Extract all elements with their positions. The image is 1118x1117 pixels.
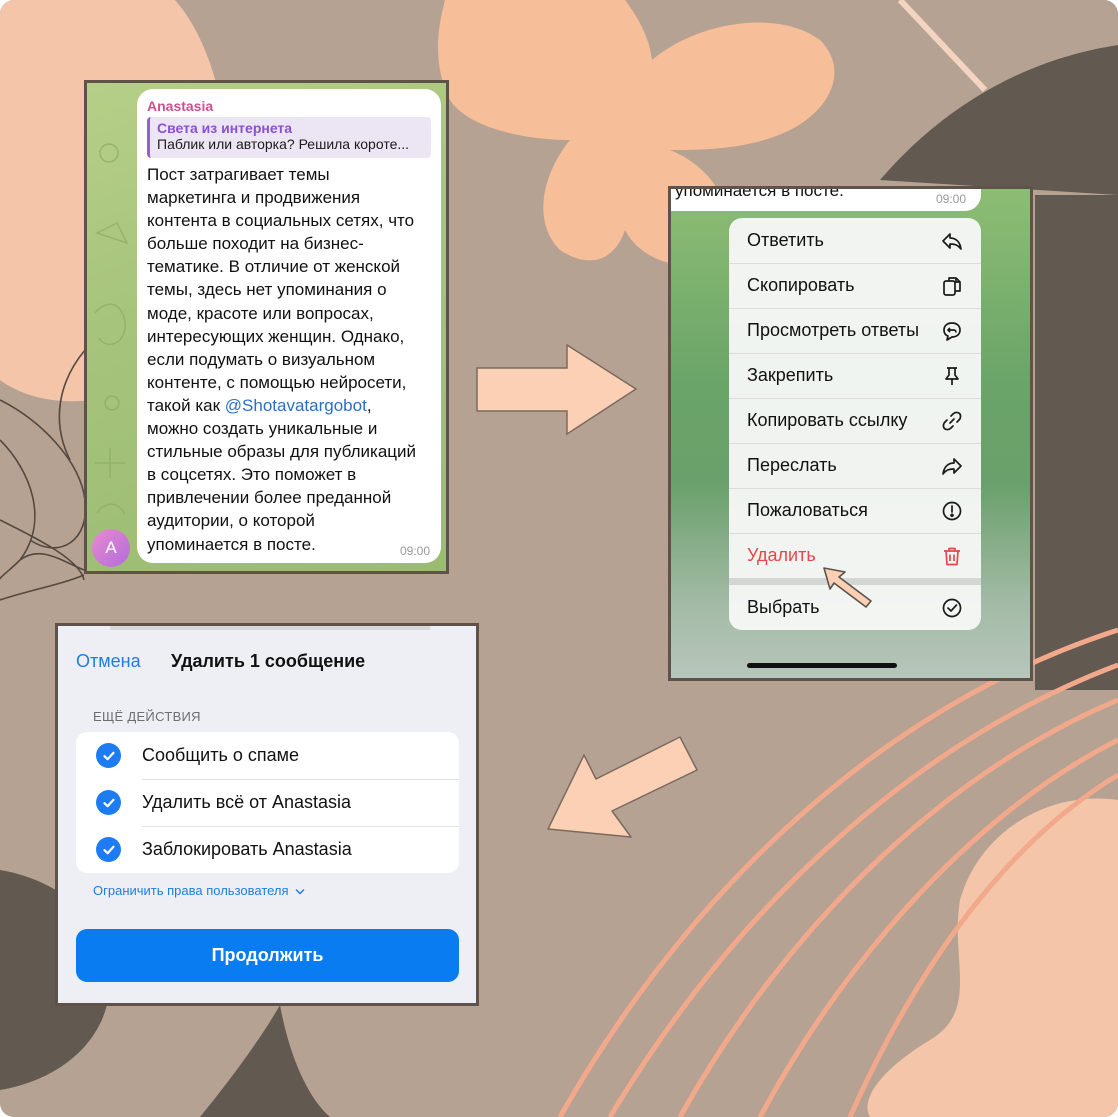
menu-item-label: Переслать [747, 455, 837, 475]
menu-item-label: Просмотреть ответы [747, 320, 920, 340]
reply-icon [941, 230, 963, 252]
options-list: Сообщить о спаме Удалить всё от Anastasi… [76, 732, 459, 873]
mention-suffix: , [366, 395, 372, 415]
message-line: моде, красоте или вопросах, [147, 303, 374, 323]
option-label: Сообщить о спаме [142, 745, 299, 765]
continue-button[interactable]: Продолжить [76, 929, 459, 982]
message-line: маркетинга и продвижения [147, 188, 361, 208]
chat-screenshot-panel: A Anastasia Света из интернета Паблик ил… [84, 80, 449, 574]
message-line: упоминается в посте. [147, 534, 316, 554]
restrict-permissions-link[interactable]: Ограничить права пользователя [93, 883, 305, 898]
delete-message-sheet: Отмена Удалить 1 сообщение ЕЩЁ ДЕЙСТВИЯ … [58, 630, 476, 1003]
menu-item-label: Закрепить [747, 365, 834, 385]
link-icon [941, 410, 963, 432]
menu-item-label: Выбрать [747, 597, 820, 617]
menu-item-copy-link[interactable]: Копировать ссылку [729, 398, 981, 443]
replies-icon [941, 320, 963, 342]
menu-item-forward[interactable]: Переслать [729, 443, 981, 488]
option-block-user[interactable]: Заблокировать Anastasia [76, 826, 459, 873]
reply-quote-author: Света из интернета [157, 120, 293, 136]
menu-item-pin[interactable]: Закрепить [729, 353, 981, 398]
pin-icon [941, 365, 963, 387]
message-line: привлечении более преданной [147, 488, 392, 508]
menu-item-copy[interactable]: Скопировать [729, 263, 981, 308]
menu-item-label: Ответить [747, 230, 824, 250]
message-line: аудитории, о которой [147, 511, 315, 531]
sheet-title: Удалить 1 сообщение [171, 651, 366, 671]
delete-dialog-screenshot-panel: Отмена Удалить 1 сообщение ЕЩЁ ДЕЙСТВИЯ … [55, 623, 479, 1006]
menu-item-label: Удалить [747, 545, 816, 565]
message-line: можно создать уникальные и [147, 419, 378, 439]
trash-icon [941, 545, 963, 567]
canvas: A Anastasia Света из интернета Паблик ил… [0, 0, 1118, 1117]
chevron-down-icon [295, 888, 305, 895]
message-line: если подумать о визуальном [147, 349, 376, 369]
message-timestamp: 09:00 [399, 544, 430, 558]
select-check-icon [941, 597, 963, 619]
message-line: стильные образы для публикаций [147, 442, 417, 462]
pointer-cursor-icon [823, 567, 872, 608]
restrict-permissions-label: Ограничить права пользователя [93, 883, 289, 898]
cancel-button[interactable]: Отмена [76, 651, 141, 672]
bg-dark-wedge-right [1035, 195, 1118, 690]
reply-quote-text: Паблик или авторка? Решила короте... [157, 136, 410, 152]
section-header: ЕЩЁ ДЕЙСТВИЯ [93, 709, 201, 724]
option-label: Удалить всё от Anastasia [142, 792, 352, 812]
message-line-with-mention: такой как @Shotavatargobot, [147, 394, 437, 417]
home-indicator [747, 663, 897, 668]
message-timestamp: 09:00 [936, 192, 967, 206]
option-label: Заблокировать Anastasia [142, 839, 352, 859]
message-bubble[interactable]: Anastasia Света из интернета Паблик или … [137, 89, 441, 563]
reply-quote[interactable]: Света из интернета Паблик или авторка? Р… [147, 117, 431, 158]
message-line: темы, здесь нет упоминания о [147, 280, 387, 300]
menu-item-reply[interactable]: Ответить [729, 218, 981, 263]
bot-mention-link[interactable]: @Shotavatargobot [225, 396, 367, 415]
menu-item-report[interactable]: Пожаловаться [729, 488, 981, 533]
message-line: контента в социальных сетях, что [147, 211, 415, 231]
message-line: в соцсетях. Это поможет в [147, 465, 357, 485]
menu-item-label: Скопировать [747, 275, 855, 295]
menu-item-view-replies[interactable]: Просмотреть ответы [729, 308, 981, 353]
option-delete-all-from-user[interactable]: Удалить всё от Anastasia [76, 779, 459, 826]
sender-avatar[interactable]: A [92, 529, 130, 567]
checkbox-checked-icon[interactable] [96, 837, 121, 862]
mention-prefix: такой как [147, 395, 225, 415]
message-line: интересующих женщин. Однако, [147, 326, 405, 346]
menu-item-label: Копировать ссылку [747, 410, 908, 430]
menu-item-label: Пожаловаться [747, 500, 868, 520]
message-text: Пост затрагивает темы маркетинга и продв… [147, 163, 437, 556]
message-line: больше походит на бизнес- [147, 234, 364, 254]
message-line: Пост затрагивает темы [147, 165, 330, 184]
forward-icon [941, 455, 963, 477]
message-line: контенте, с помощью нейросети, [147, 372, 407, 392]
copy-icon [941, 275, 963, 297]
message-sender-name[interactable]: Anastasia [147, 98, 431, 115]
message-text-partial: упоминается в посте. [675, 186, 844, 200]
checkbox-checked-icon[interactable] [96, 790, 121, 815]
report-icon [941, 500, 963, 522]
checkbox-checked-icon[interactable] [96, 743, 121, 768]
message-line: тематике. В отличие от женской [147, 257, 401, 277]
option-report-spam[interactable]: Сообщить о спаме [76, 732, 459, 779]
context-menu-screenshot-panel: упоминается в посте. 09:00 Ответить Скоп… [668, 186, 1033, 681]
